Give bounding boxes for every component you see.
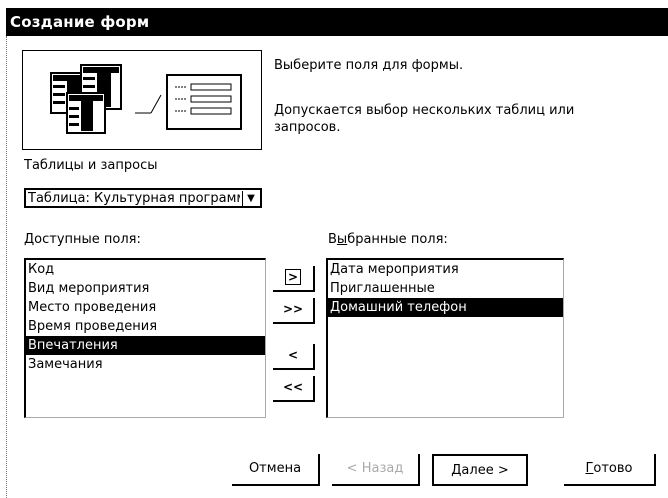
title-bar: Создание форм (6, 8, 668, 36)
dialog-frame-edge (6, 36, 8, 498)
hint-text: Допускается выбор нескольких таблиц или … (274, 103, 575, 135)
available-fields-label: Доступные поля: (24, 232, 141, 247)
wizard-illustration (22, 50, 262, 150)
selected-fields-list[interactable]: Дата мероприятия Приглашенные Домашний т… (326, 258, 564, 418)
available-fields-list[interactable]: Код Вид мероприятия Место проведения Вре… (24, 258, 266, 418)
list-item-selected[interactable]: Впечатления (26, 336, 265, 355)
tables-queries-label: Таблицы и запросы (24, 158, 158, 173)
selected-fields-label: Выбранные поля: (328, 232, 448, 247)
list-item-selected[interactable]: Домашний телефон (328, 298, 563, 317)
list-item[interactable]: Время проведения (26, 317, 265, 336)
back-button[interactable]: < Назад (332, 454, 420, 486)
finish-button[interactable]: Готово (564, 454, 656, 486)
tables-to-form-icon (50, 64, 242, 134)
add-field-button[interactable]: > (273, 266, 315, 292)
chevron-down-icon[interactable]: ▼ (242, 191, 259, 206)
list-item[interactable]: Код (26, 260, 265, 279)
add-all-fields-button[interactable]: >> (273, 298, 315, 324)
cancel-button[interactable]: Отмена (232, 454, 320, 486)
next-button[interactable]: Далее > (432, 454, 528, 486)
table-query-value: Таблица: Культурная программа (28, 191, 240, 206)
list-item[interactable]: Дата мероприятия (328, 260, 563, 279)
table-query-select[interactable]: Таблица: Культурная программа ▼ (24, 188, 262, 208)
remove-field-button[interactable]: < (273, 344, 315, 370)
list-item[interactable]: Замечания (26, 355, 265, 374)
list-item[interactable]: Приглашенные (328, 279, 563, 298)
window-title: Создание форм (10, 13, 150, 31)
list-item[interactable]: Вид мероприятия (26, 279, 265, 298)
remove-all-fields-button[interactable]: << (273, 376, 315, 402)
instruction-text: Выберите поля для формы. (274, 58, 464, 73)
list-item[interactable]: Место проведения (26, 298, 265, 317)
